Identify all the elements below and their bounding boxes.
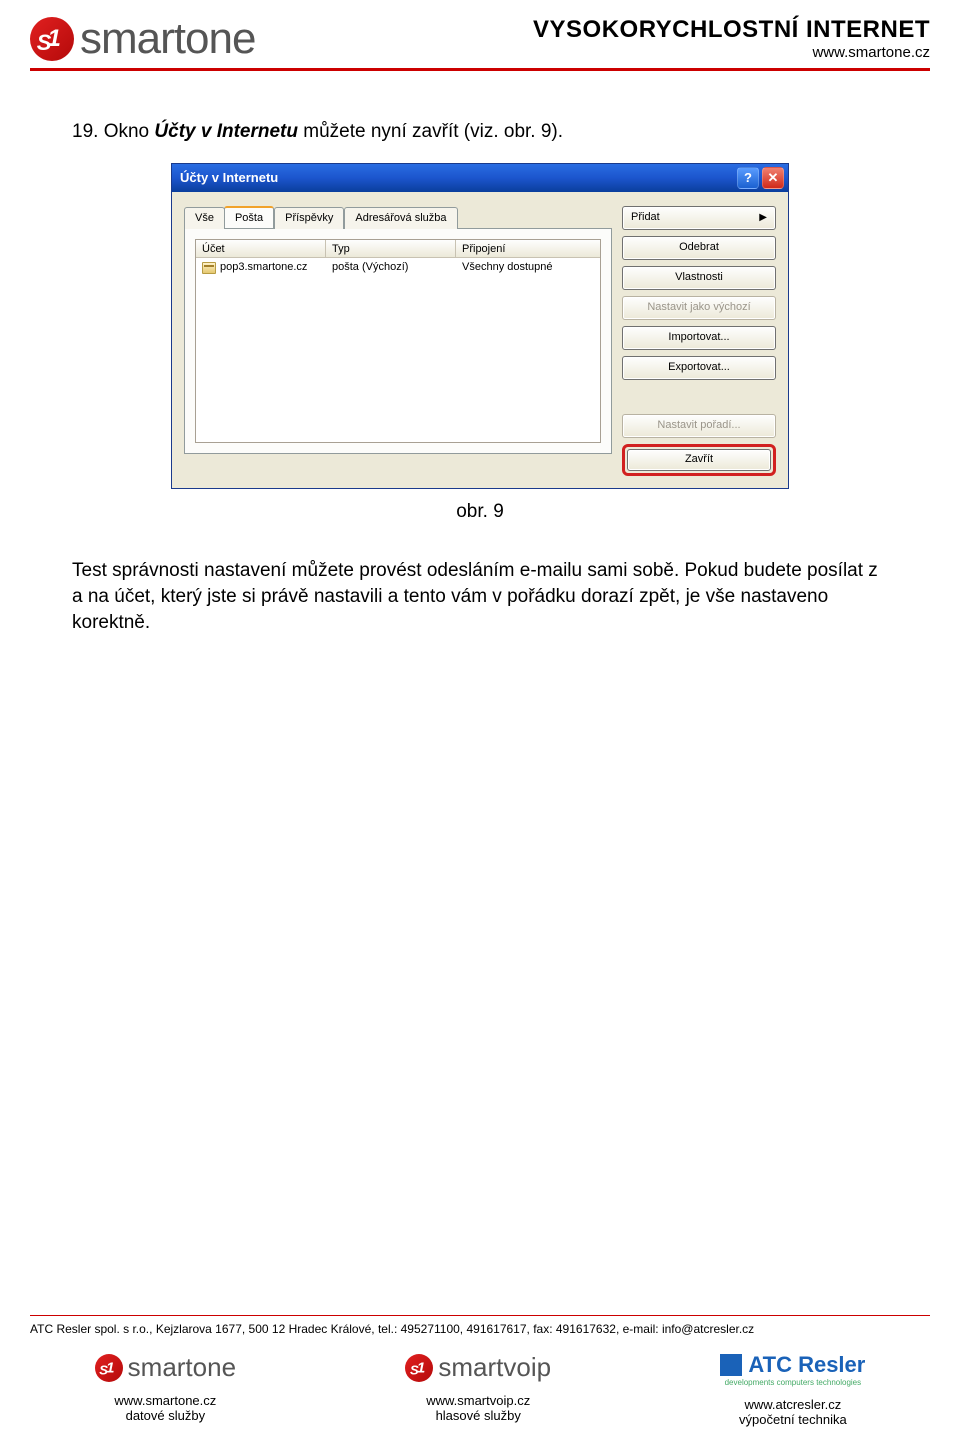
dialog-body: Vše Pošta Příspěvky Adresářová služba Úč… <box>172 192 788 488</box>
atcresler-desc: výpočetní technika <box>720 1412 865 1427</box>
logo-icon <box>405 1354 433 1382</box>
smartone-logo: smartone <box>95 1352 236 1383</box>
smartvoip-logo: smartvoip <box>405 1352 551 1383</box>
step-post: můžete nyní zavřít (viz. obr. 9). <box>298 121 563 142</box>
close-icon[interactable]: ✕ <box>762 167 784 189</box>
dialog-tabs: Vše Pošta Příspěvky Adresářová služba <box>184 206 612 229</box>
footer-divider <box>30 1315 930 1316</box>
col-type[interactable]: Typ <box>326 240 456 257</box>
atc-square-icon <box>720 1354 742 1376</box>
tab-news[interactable]: Příspěvky <box>274 207 344 230</box>
tab-all[interactable]: Vše <box>184 207 225 230</box>
logo-icon <box>30 17 74 61</box>
header-url: www.smartone.cz <box>533 44 930 61</box>
add-button-label: Přidat <box>631 210 660 225</box>
export-button[interactable]: Exportovat... <box>622 356 776 380</box>
atcresler-url: www.atcresler.cz <box>720 1397 865 1412</box>
atcresler-logo: ATC Resler <box>720 1352 865 1378</box>
step-19-text: 19. Okno Účty v Internetu můžete nyní za… <box>72 119 888 145</box>
accounts-dialog: Účty v Internetu ? ✕ Vše Pošta Příspěvky… <box>171 163 789 489</box>
smartone-url: www.smartone.cz <box>95 1393 236 1408</box>
smartvoip-url: www.smartvoip.cz <box>405 1393 551 1408</box>
set-order-button: Nastavit pořadí... <box>622 414 776 438</box>
dialog-titlebar[interactable]: Účty v Internetu ? ✕ <box>172 164 788 192</box>
cell-account: pop3.smartone.cz <box>196 260 326 275</box>
dialog-left-column: Vše Pošta Příspěvky Adresářová služba Úč… <box>184 206 612 476</box>
step-bold: Účty v Internetu <box>154 121 298 142</box>
content: 19. Okno Účty v Internetu můžete nyní za… <box>0 71 960 635</box>
brand-smartone: smartone <box>128 1352 236 1383</box>
import-button[interactable]: Importovat... <box>622 326 776 350</box>
company-info: ATC Resler spol. s r.o., Kejzlarova 1677… <box>30 1322 930 1336</box>
footer-col-atcresler: ATC Resler developments computers techno… <box>720 1352 865 1427</box>
close-button[interactable]: Zavřít <box>627 449 771 471</box>
header-right: VYSOKORYCHLOSTNÍ INTERNET www.smartone.c… <box>533 14 930 61</box>
cell-connection: Všechny dostupné <box>456 260 600 275</box>
tab-pane: Účet Typ Připojení pop3.smartone.cz pošt… <box>184 228 612 454</box>
step-number: 19. <box>72 121 98 142</box>
chevron-right-icon: ▶ <box>759 211 767 225</box>
header-title: VYSOKORYCHLOSTNÍ INTERNET <box>533 16 930 44</box>
list-header-row: Účet Typ Připojení <box>196 240 600 258</box>
post-text: Test správnosti nastavení můžete provést… <box>72 558 888 635</box>
tab-directory[interactable]: Adresářová služba <box>344 207 457 230</box>
help-icon[interactable]: ? <box>737 167 759 189</box>
brand-atcresler: ATC Resler <box>748 1352 865 1378</box>
mail-account-icon <box>202 262 216 274</box>
close-button-highlight: Zavřít <box>622 444 776 476</box>
dialog-title: Účty v Internetu <box>180 169 278 187</box>
step-pre: Okno <box>104 121 155 142</box>
brand-smartvoip: smartvoip <box>438 1352 551 1383</box>
accounts-listview[interactable]: Účet Typ Připojení pop3.smartone.cz pošt… <box>195 239 601 443</box>
page-footer: ATC Resler spol. s r.o., Kejzlarova 1677… <box>30 1315 930 1427</box>
smartvoip-desc: hlasové služby <box>405 1408 551 1423</box>
remove-button[interactable]: Odebrat <box>622 236 776 260</box>
footer-col-smartone: smartone www.smartone.cz datové služby <box>95 1352 236 1423</box>
logo-icon <box>95 1354 123 1382</box>
page-header: smartone VYSOKORYCHLOSTNÍ INTERNET www.s… <box>0 0 960 64</box>
tab-mail[interactable]: Pošta <box>224 206 274 229</box>
cell-type: pošta (Výchozí) <box>326 260 456 275</box>
cell-account-text: pop3.smartone.cz <box>220 260 307 275</box>
atc-subtitle: developments computers technologies <box>720 1378 865 1387</box>
figure-caption: obr. 9 <box>72 499 888 525</box>
col-connection[interactable]: Připojení <box>456 240 600 257</box>
logo-text: smartone <box>80 14 255 64</box>
footer-col-smartvoip: smartvoip www.smartvoip.cz hlasové služb… <box>405 1352 551 1423</box>
add-button[interactable]: Přidat ▶ <box>622 206 776 230</box>
logo-main: smartone <box>30 14 255 64</box>
set-default-button: Nastavit jako výchozí <box>622 296 776 320</box>
properties-button[interactable]: Vlastnosti <box>622 266 776 290</box>
col-account[interactable]: Účet <box>196 240 326 257</box>
smartone-desc: datové služby <box>95 1408 236 1423</box>
footer-logos: smartone www.smartone.cz datové služby s… <box>30 1352 930 1427</box>
dialog-right-column: Přidat ▶ Odebrat Vlastnosti Nastavit jak… <box>622 206 776 476</box>
list-row[interactable]: pop3.smartone.cz pošta (Výchozí) Všechny… <box>196 258 600 277</box>
